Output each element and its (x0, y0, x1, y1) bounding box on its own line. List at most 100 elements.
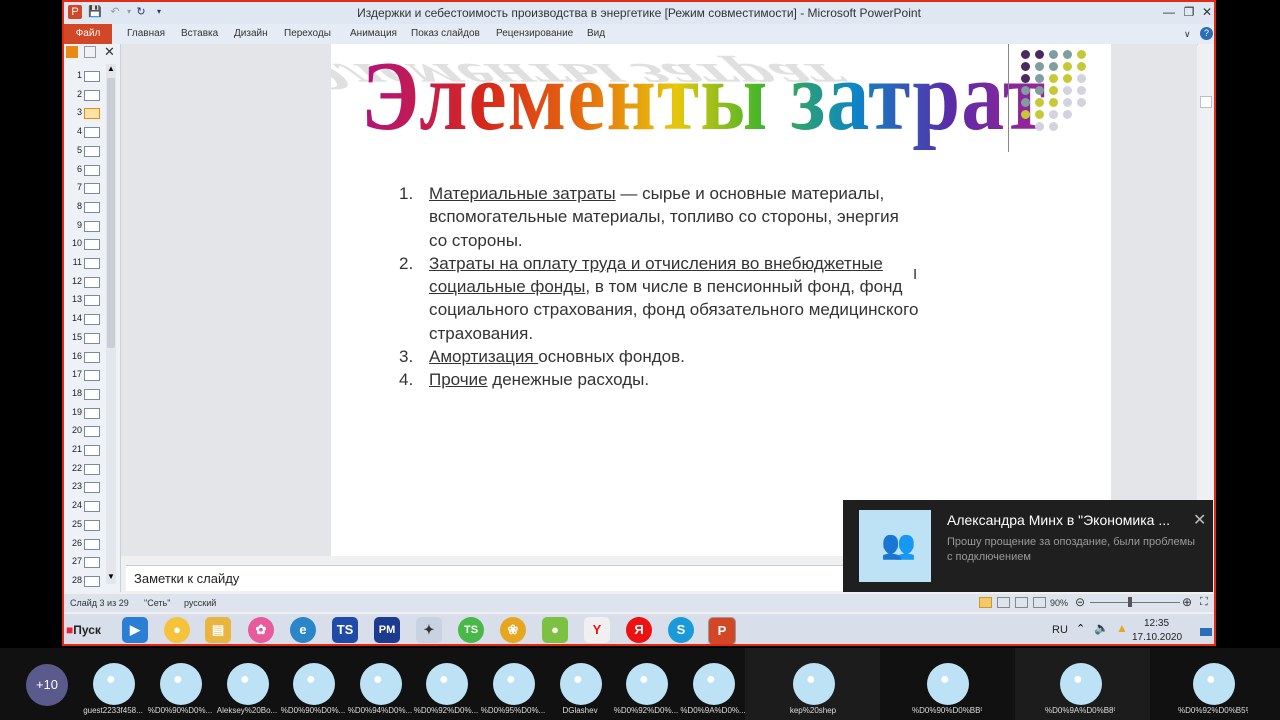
scroll-up-icon[interactable]: ▲ (106, 64, 116, 73)
normal-view-icon[interactable] (979, 597, 992, 608)
language-indicator[interactable]: русский (184, 598, 216, 608)
slide-sorter-icon[interactable] (997, 597, 1010, 608)
tab-view[interactable]: Вид (587, 24, 605, 44)
slide-thumbnail[interactable] (84, 482, 100, 494)
browser-icon[interactable]: e (290, 617, 316, 643)
tab-transitions[interactable]: Переходы (284, 24, 331, 44)
slide-thumbnail[interactable] (84, 183, 100, 195)
slide-thumbnail[interactable] (84, 108, 100, 120)
scroll-thumb[interactable] (1200, 96, 1212, 108)
start-button[interactable]: ■Пуск (66, 618, 116, 642)
slide-thumbnail[interactable] (84, 89, 100, 101)
participant-avatar[interactable]: ● (626, 663, 668, 705)
participant-avatar[interactable]: ● (160, 663, 202, 705)
slide-thumbnail[interactable] (84, 575, 100, 587)
chat-notification[interactable]: 👥 Александра Минх в "Экономика ... ✕ Про… (843, 500, 1213, 592)
participant-avatar[interactable]: ● (93, 663, 135, 705)
item-link[interactable]: Амортизация (429, 347, 538, 366)
slide-thumbnail[interactable] (84, 407, 100, 419)
slides-tab-icon[interactable] (66, 46, 78, 58)
show-desktop-icon[interactable] (1200, 628, 1212, 636)
slide-thumbnail[interactable] (84, 220, 100, 232)
close-icon[interactable]: ✕ (1193, 510, 1206, 530)
participant-avatar[interactable]: ● (927, 663, 969, 705)
tray-arrow-icon[interactable]: ⌃ (1076, 622, 1085, 635)
participant-avatar[interactable]: ● (227, 663, 269, 705)
chrome-icon[interactable]: ● (164, 617, 190, 643)
clock-date[interactable]: 17.10.2020 (1132, 632, 1182, 643)
expand-ribbon-icon[interactable]: ∨ (1184, 24, 1191, 44)
slide-canvas[interactable]: Элементы затрат Элементы затрат 1. Матер… (331, 44, 1111, 556)
slide-thumbnail[interactable] (84, 71, 100, 82)
help-icon[interactable]: ? (1200, 27, 1213, 40)
participant-avatar[interactable]: ● (426, 663, 468, 705)
slide-thumbnail[interactable] (84, 388, 100, 400)
outline-tab-icon[interactable] (84, 46, 96, 58)
tab-file[interactable]: Файл (64, 24, 112, 44)
slide-thumbnail[interactable] (84, 426, 100, 438)
tab-review[interactable]: Рецензирование (496, 24, 573, 44)
close-button[interactable]: ✕ (1198, 4, 1214, 20)
yandex-browser-icon[interactable]: Y (584, 617, 610, 643)
participant-avatar[interactable]: ● (1193, 663, 1235, 705)
slide-thumbnail[interactable] (84, 314, 100, 326)
yandex-icon[interactable]: Я (626, 617, 652, 643)
slide-thumbnail[interactable] (84, 332, 100, 344)
slide-thumbnail[interactable] (84, 201, 100, 213)
slide-scrollbar[interactable] (1198, 44, 1214, 556)
notes-placeholder[interactable]: Заметки к слайду (134, 571, 239, 586)
slide-thumbnail[interactable] (84, 258, 100, 269)
ts-green-icon[interactable]: TS (458, 617, 484, 643)
notes-pane[interactable]: Заметки к слайду (126, 565, 846, 591)
bird-app-icon[interactable]: ✦ (416, 617, 442, 643)
close-pane-icon[interactable]: ✕ (104, 44, 115, 60)
item-link[interactable]: Прочие (429, 370, 488, 389)
photos-icon[interactable]: ✿ (248, 617, 274, 643)
tab-home[interactable]: Главная (127, 24, 165, 44)
green-app-icon[interactable]: ● (542, 617, 568, 643)
network-icon[interactable]: ▲ (1116, 621, 1128, 635)
thumbnails-scrollbar[interactable]: ▲ ▼ (106, 64, 116, 584)
slide-thumbnail[interactable] (84, 501, 100, 513)
zoom-in-icon[interactable]: ⊕ (1182, 595, 1192, 609)
slide-thumbnail[interactable] (84, 538, 100, 550)
participant-avatar[interactable]: ● (560, 663, 602, 705)
participant-avatar[interactable]: ● (493, 663, 535, 705)
zoom-slider-thumb[interactable] (1128, 597, 1132, 607)
tab-slide-show[interactable]: Показ слайдов (411, 24, 480, 44)
explorer-icon[interactable]: ▤ (205, 617, 231, 643)
maximize-button[interactable]: ❐ (1180, 4, 1198, 20)
slide-thumbnail[interactable] (84, 351, 100, 363)
pm-app-icon[interactable]: PM (374, 617, 400, 643)
slide-title[interactable]: Элементы затрат (361, 44, 1046, 153)
item-link[interactable]: Материальные затраты (429, 184, 616, 203)
volume-icon[interactable]: 🔈 (1094, 621, 1109, 635)
participant-avatar[interactable]: ● (693, 663, 735, 705)
slide-thumbnail[interactable] (84, 370, 100, 382)
slide-thumbnail[interactable] (84, 557, 100, 569)
media-player-icon[interactable]: ▶ (122, 617, 148, 643)
scroll-down-icon[interactable]: ▼ (106, 572, 116, 581)
skype-icon[interactable]: S (668, 617, 694, 643)
fit-to-window-icon[interactable]: ⛶ (1200, 596, 1208, 609)
participant-avatar[interactable]: ● (793, 663, 835, 705)
participant-avatar[interactable]: ● (293, 663, 335, 705)
participant-avatar[interactable]: ● (360, 663, 402, 705)
slide-content-list[interactable]: 1. Материальные затраты — сырье и основн… (399, 182, 919, 392)
slideshow-view-icon[interactable] (1033, 597, 1046, 608)
zoom-out-icon[interactable]: ⊝ (1075, 595, 1085, 609)
slide-thumbnail[interactable] (84, 463, 100, 475)
tab-design[interactable]: Дизайн (234, 24, 268, 44)
tab-insert[interactable]: Вставка (181, 24, 218, 44)
slide-thumbnail[interactable] (84, 519, 100, 531)
slide-thumbnail[interactable] (84, 295, 100, 307)
ts-app-icon[interactable]: TS (332, 617, 358, 643)
more-participants-button[interactable]: +10 (26, 664, 68, 706)
minimize-button[interactable]: — (1160, 4, 1178, 20)
participant-avatar[interactable]: ● (1060, 663, 1102, 705)
zoom-level[interactable]: 90% (1050, 598, 1068, 608)
slide-thumbnail[interactable] (84, 276, 100, 288)
tab-animations[interactable]: Анимация (350, 24, 397, 44)
slide-thumbnail[interactable] (84, 145, 100, 157)
slide-thumbnail[interactable] (84, 127, 100, 139)
